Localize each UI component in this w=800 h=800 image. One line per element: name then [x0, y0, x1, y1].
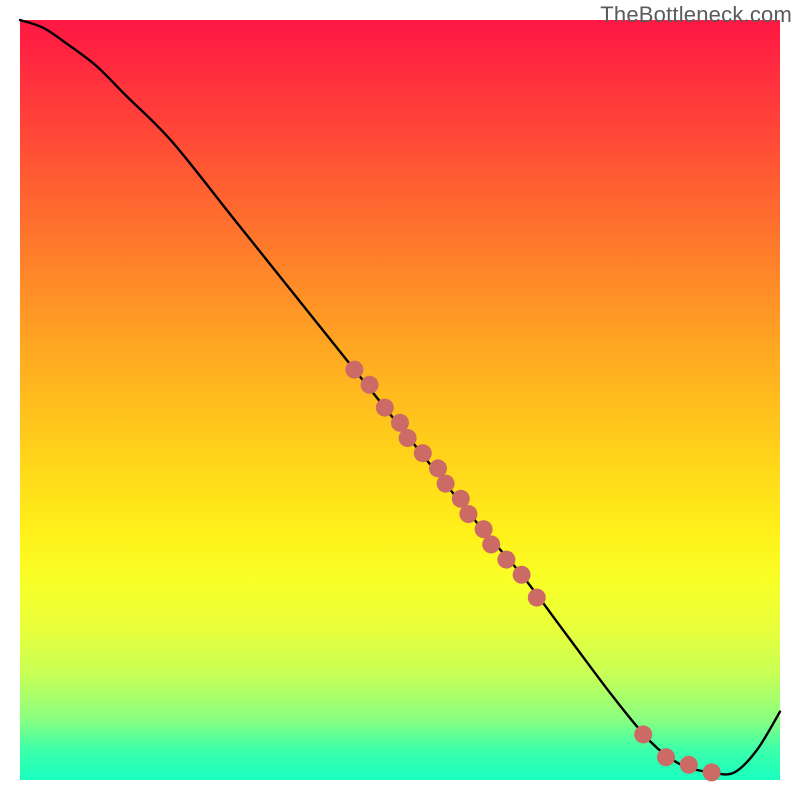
marker-point	[497, 551, 515, 569]
chart-overlay	[0, 0, 800, 800]
marker-point	[376, 399, 394, 417]
marker-point	[459, 505, 477, 523]
marker-point	[680, 756, 698, 774]
chart-container: TheBottleneck.com	[0, 0, 800, 800]
marker-point	[414, 444, 432, 462]
bottleneck-curve	[20, 20, 780, 774]
marker-point	[513, 566, 531, 584]
marker-point	[437, 475, 455, 493]
marker-point	[399, 429, 417, 447]
marker-point	[528, 589, 546, 607]
watermark-label: TheBottleneck.com	[600, 2, 792, 28]
marker-point	[361, 376, 379, 394]
marker-point	[657, 748, 675, 766]
marker-point	[482, 535, 500, 553]
marker-point	[634, 725, 652, 743]
marker-point	[703, 763, 721, 781]
marker-point	[345, 361, 363, 379]
highlighted-points	[345, 361, 720, 782]
